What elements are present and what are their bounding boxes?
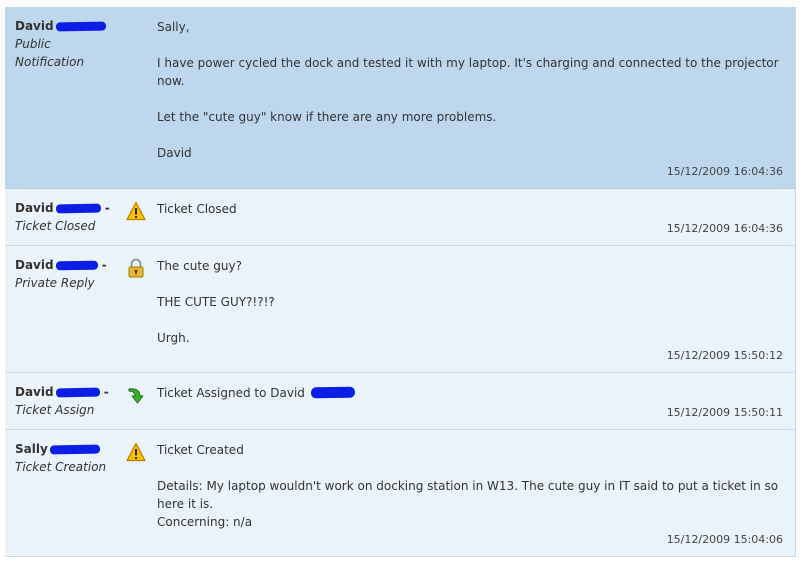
redacted-surname: [310, 386, 355, 399]
message-paragraph: Ticket Closed: [157, 202, 237, 216]
entry-message: Ticket Assigned to David: [157, 384, 783, 402]
message-paragraph: Ticket Created: [157, 443, 244, 457]
entry-type-line2: Notification: [15, 55, 85, 69]
redacted-surname: [55, 203, 101, 214]
entry-timestamp: 15/12/2009 15:50:12: [666, 349, 783, 362]
message-paragraph: Ticket Assigned to David: [157, 384, 783, 402]
assignment-text: Ticket Assigned to David: [157, 386, 305, 400]
entry-message: Ticket Created Details: My laptop wouldn…: [157, 441, 783, 531]
entry-author-block: Sally Ticket Creation: [15, 440, 120, 476]
entry-type: Ticket Closed: [15, 219, 96, 233]
author-name: Sally: [15, 440, 120, 458]
entry-author-block: David - Private Reply: [15, 256, 120, 292]
ticket-thread: David Public Notification Sally, I have …: [5, 7, 796, 557]
entry-timestamp: 15/12/2009 16:04:36: [666, 222, 783, 235]
entry-timestamp: 15/12/2009 15:04:06: [666, 533, 783, 546]
entry-message: Sally, I have power cycled the dock and …: [157, 18, 783, 162]
author-name: David -: [15, 201, 110, 215]
assign-arrow-icon: [128, 388, 144, 404]
thread-entry-ticket-assign: David - Ticket Assign Ticket Assigned to…: [5, 373, 795, 430]
entry-message: The cute guy? THE CUTE GUY?!?!? Urgh.: [157, 257, 783, 347]
message-paragraph: The cute guy?: [157, 259, 242, 273]
thread-entry-public-notification: David Public Notification Sally, I have …: [5, 7, 795, 189]
message-paragraph: Details: My laptop wouldn't work on dock…: [157, 479, 779, 511]
message-paragraph: Let the "cute guy" know if there are any…: [157, 110, 497, 124]
author-name: David: [15, 17, 120, 35]
redacted-surname: [55, 21, 106, 32]
author-name-text: David: [15, 385, 54, 399]
entry-author-block: David - Ticket Assign: [15, 383, 120, 419]
warning-icon: [126, 442, 146, 462]
message-paragraph: THE CUTE GUY?!?!?: [157, 295, 275, 309]
thread-entry-ticket-creation: Sally Ticket Creation Ticket Created Det…: [5, 430, 795, 557]
redacted-surname: [55, 260, 98, 271]
thread-entry-ticket-closed: David - Ticket Closed Ticket Closed 15/1…: [5, 189, 795, 246]
entry-type: Public: [15, 37, 51, 51]
author-name-text: David: [15, 19, 54, 33]
author-name: David -: [15, 385, 109, 399]
redacted-surname: [49, 444, 100, 455]
entry-author-block: David - Ticket Closed: [15, 199, 120, 235]
author-name-text: David: [15, 201, 54, 215]
message-signature: David: [157, 146, 192, 160]
author-name-text: David: [15, 258, 54, 272]
redacted-surname: [55, 387, 100, 398]
message-paragraph: Concerning: n/a: [157, 515, 253, 529]
entry-type: Ticket Assign: [15, 403, 95, 417]
warning-icon: [126, 201, 146, 221]
lock-icon: [128, 258, 144, 278]
entry-type: Ticket Creation: [15, 460, 107, 474]
entry-message: Ticket Closed: [157, 200, 783, 218]
entry-timestamp: 15/12/2009 15:50:11: [666, 406, 783, 419]
thread-entry-private-reply: David - Private Reply The cute guy? THE …: [5, 246, 795, 373]
message-paragraph: I have power cycled the dock and tested …: [157, 56, 779, 88]
message-paragraph: Urgh.: [157, 331, 190, 345]
entry-author-block: David Public Notification: [15, 17, 120, 71]
author-name: David -: [15, 258, 107, 272]
message-paragraph: Sally,: [157, 20, 190, 34]
entry-type: Private Reply: [15, 276, 95, 290]
author-name-text: Sally: [15, 442, 48, 456]
entry-timestamp: 15/12/2009 16:04:36: [666, 165, 783, 178]
